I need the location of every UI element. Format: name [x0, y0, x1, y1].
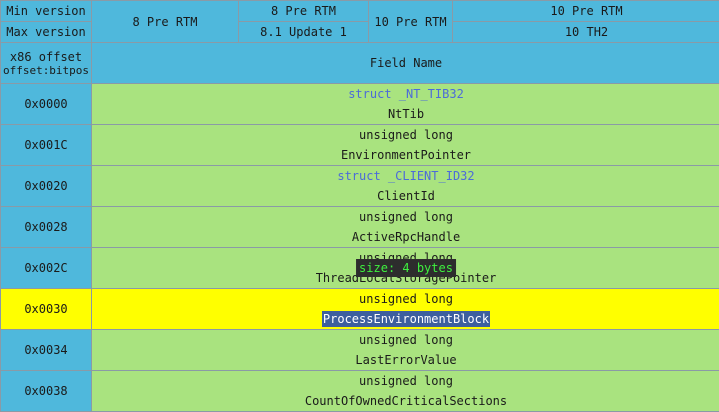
row-offset: 0x0028 — [1, 207, 92, 248]
field-name: EnvironmentPointer — [92, 145, 719, 165]
version-column-1: 8 Pre RTM — [92, 1, 239, 43]
row-offset: 0x0030 — [1, 289, 92, 330]
field-name-header: Field Name — [92, 43, 719, 84]
field-cell: unsigned long ActiveRpcHandle — [92, 207, 719, 248]
field-cell: unsigned long EnvironmentPointer — [92, 125, 719, 166]
field-type: unsigned long — [92, 125, 719, 145]
field-name: LastErrorValue — [92, 350, 719, 370]
offset-label: x86 offset — [1, 50, 91, 64]
table-row[interactable]: 0x0028 unsigned long ActiveRpcHandle — [1, 207, 719, 248]
version-column-4-min: 10 Pre RTM — [453, 1, 719, 22]
struct-layout-table: Min version 8 Pre RTM 8 Pre RTM 10 Pre R… — [0, 0, 719, 412]
version-column-2-max: 8.1 Update 1 — [239, 22, 369, 43]
table-row[interactable]: 0x0020 struct _CLIENT_ID32 ClientId — [1, 166, 719, 207]
field-name: NtTib — [92, 104, 719, 124]
field-type: unsigned long — [92, 289, 719, 309]
max-version-label: Max version — [1, 22, 92, 43]
field-name: CountOfOwnedCriticalSections — [92, 391, 719, 411]
field-cell: unsigned long ThreadLocalStoragePointer … — [92, 248, 719, 289]
size-tooltip: size: 4 bytes — [356, 259, 456, 277]
row-offset: 0x001C — [1, 125, 92, 166]
field-type-link[interactable]: struct _CLIENT_ID32 — [92, 166, 719, 186]
field-cell: struct _CLIENT_ID32 ClientId — [92, 166, 719, 207]
field-type: unsigned long — [92, 207, 719, 227]
field-type: unsigned long — [92, 330, 719, 350]
table-row-highlighted[interactable]: 0x0030 unsigned long ProcessEnvironmentB… — [1, 289, 719, 330]
field-cell: unsigned long LastErrorValue — [92, 330, 719, 371]
row-offset: 0x002C — [1, 248, 92, 289]
row-offset: 0x0000 — [1, 84, 92, 125]
table-row[interactable]: 0x002C unsigned long ThreadLocalStorageP… — [1, 248, 719, 289]
table-row[interactable]: 0x0038 unsigned long CountOfOwnedCritica… — [1, 371, 719, 412]
version-column-4-max: 10 TH2 — [453, 22, 719, 43]
version-column-2-min: 8 Pre RTM — [239, 1, 369, 22]
field-type: unsigned long — [92, 371, 719, 391]
field-name: ClientId — [92, 186, 719, 206]
field-name-selected[interactable]: ProcessEnvironmentBlock — [322, 311, 490, 327]
version-column-3: 10 Pre RTM — [369, 1, 453, 43]
field-name-wrapper: ThreadLocalStoragePointer size: 4 bytes — [92, 268, 719, 288]
field-cell: struct _NT_TIB32 NtTib — [92, 84, 719, 125]
field-name-wrapper: ProcessEnvironmentBlock — [92, 309, 719, 329]
field-type-link[interactable]: struct _NT_TIB32 — [92, 84, 719, 104]
offset-column-header: x86 offset offset:bitpos — [1, 43, 92, 84]
table-row[interactable]: 0x0034 unsigned long LastErrorValue — [1, 330, 719, 371]
row-offset: 0x0038 — [1, 371, 92, 412]
field-cell: unsigned long CountOfOwnedCriticalSectio… — [92, 371, 719, 412]
table-row[interactable]: 0x001C unsigned long EnvironmentPointer — [1, 125, 719, 166]
table-row[interactable]: 0x0000 struct _NT_TIB32 NtTib — [1, 84, 719, 125]
min-version-label: Min version — [1, 1, 92, 22]
row-offset: 0x0034 — [1, 330, 92, 371]
field-cell: unsigned long ProcessEnvironmentBlock — [92, 289, 719, 330]
row-offset: 0x0020 — [1, 166, 92, 207]
field-name: ActiveRpcHandle — [92, 227, 719, 247]
offset-bitpos-label: offset:bitpos — [1, 64, 91, 77]
